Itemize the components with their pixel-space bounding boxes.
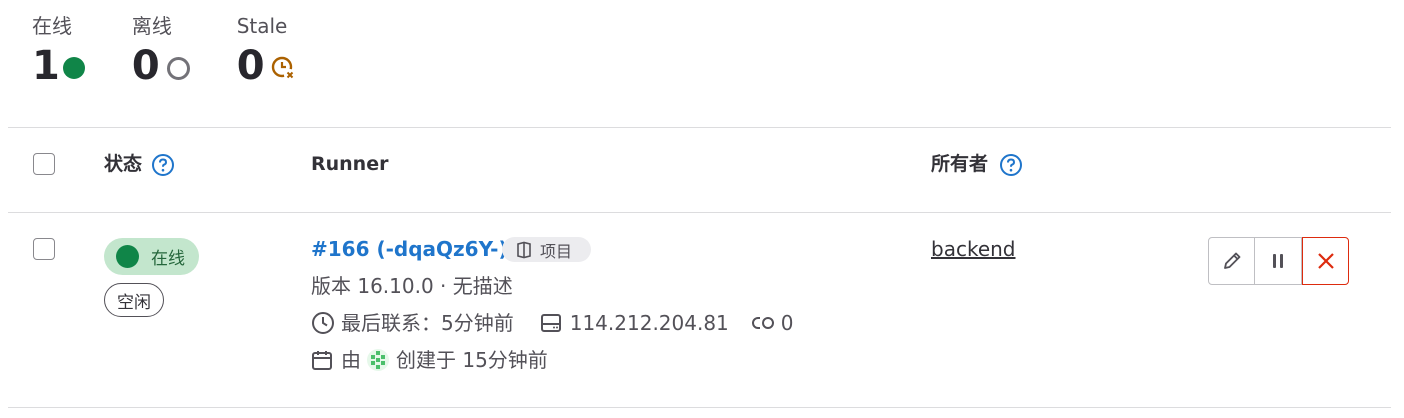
- pause-button[interactable]: [1255, 237, 1302, 285]
- runner-type-label: 项目: [540, 241, 573, 261]
- owner-link[interactable]: backend: [931, 236, 1016, 262]
- idle-badge: 空闲: [104, 283, 164, 317]
- divider-bottom: [8, 407, 1391, 408]
- row-actions: [1208, 237, 1349, 285]
- status-help-icon[interactable]: [151, 153, 175, 177]
- close-icon: [1317, 253, 1334, 269]
- jobs-link-icon: [751, 317, 774, 329]
- runner-link[interactable]: #166 (-dqaQz6Y-): [311, 236, 508, 262]
- pencil-icon: [1223, 252, 1240, 269]
- pause-icon: [1273, 254, 1283, 268]
- header-owner[interactable]: 所有者: [931, 152, 988, 176]
- divider-top: [8, 127, 1391, 128]
- stat-stale-label: Stale: [236, 14, 288, 38]
- calendar-icon: [312, 351, 332, 370]
- clock-icon: [312, 312, 334, 334]
- stat-online-label: 在线: [32, 14, 72, 38]
- created-time: 创建于 15分钟前: [396, 348, 548, 372]
- edit-button[interactable]: [1208, 237, 1255, 285]
- stat-online-count: 1: [32, 43, 60, 89]
- last-contact: 最后联系：5分钟前: [341, 311, 514, 335]
- stat-offline: 离线 0: [132, 14, 190, 90]
- runner-stats: 在线 1 离线 0 Stale 0: [32, 14, 344, 90]
- status-badge-label: 在线: [151, 249, 185, 269]
- header-runner[interactable]: Runner: [311, 152, 388, 176]
- select-all-checkbox[interactable]: [33, 153, 55, 175]
- created-line: 由 创建于 15分钟前: [311, 347, 548, 373]
- created-prefix: 由: [341, 348, 361, 372]
- header-status[interactable]: 状态: [104, 152, 142, 176]
- status-badge-online: 在线: [104, 238, 199, 275]
- owner-help-icon[interactable]: [999, 153, 1023, 177]
- version-line: 版本 16.10.0 · 无描述: [311, 274, 513, 298]
- ip-machine-icon: [540, 314, 561, 332]
- runner-type-badge: 项目: [502, 237, 591, 262]
- stat-offline-count: 0: [131, 43, 160, 89]
- stat-online: 在线 1: [32, 14, 85, 90]
- divider-header: [8, 212, 1391, 213]
- delete-button[interactable]: [1302, 237, 1349, 285]
- row-checkbox[interactable]: [33, 238, 55, 260]
- jobs-count: 0: [780, 311, 794, 335]
- online-dot-icon: [62, 57, 85, 79]
- ip-address: 114.212.204.81: [569, 311, 729, 335]
- user-avatar-icon[interactable]: [366, 348, 390, 372]
- online-dot-icon: [116, 245, 139, 268]
- offline-dot-icon: [166, 56, 190, 80]
- project-icon: [517, 241, 531, 258]
- stale-clock-icon: [271, 56, 296, 81]
- stat-stale: Stale 0: [237, 14, 297, 90]
- stat-offline-label: 离线: [131, 14, 172, 38]
- meta-line: 最后联系：5分钟前 114.212.204.81 0: [311, 310, 794, 336]
- stat-stale-count: 0: [236, 43, 265, 89]
